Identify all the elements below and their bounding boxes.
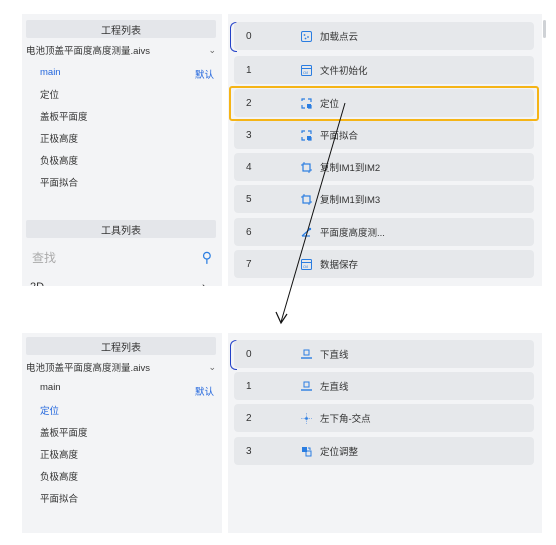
tree-item-locate[interactable]: 定位 (40, 403, 59, 417)
chevron-down-icon[interactable]: ⌄ (208, 362, 216, 373)
adjust-icon (300, 445, 312, 457)
project-file-select[interactable]: 电池顶盖平面度高度测量.aivs ⌄ (26, 360, 216, 375)
flow-step[interactable]: 3 定位调整 (234, 437, 534, 465)
line-icon (300, 348, 312, 360)
tree-item-negative-height[interactable]: 负极高度 (40, 469, 78, 483)
intersection-icon (300, 412, 312, 424)
tree-item-positive-height[interactable]: 正极高度 (40, 447, 78, 461)
line-icon (300, 380, 312, 392)
project-list-header: 工程列表 (26, 337, 216, 355)
flow-step[interactable]: 2 左下角-交点 (234, 404, 534, 432)
flow-step[interactable]: 1 左直线 (234, 372, 534, 400)
project-file-name: 电池顶盖平面度高度测量.aivs (26, 363, 151, 374)
tree-item-cover-flatness[interactable]: 盖板平面度 (40, 425, 88, 439)
tree-item-main[interactable]: main (40, 382, 61, 393)
tree-item-plane-fit[interactable]: 平面拟合 (40, 491, 78, 505)
default-tag: 默认 (195, 387, 215, 398)
flow-step[interactable]: 0 下直线 (234, 340, 534, 368)
